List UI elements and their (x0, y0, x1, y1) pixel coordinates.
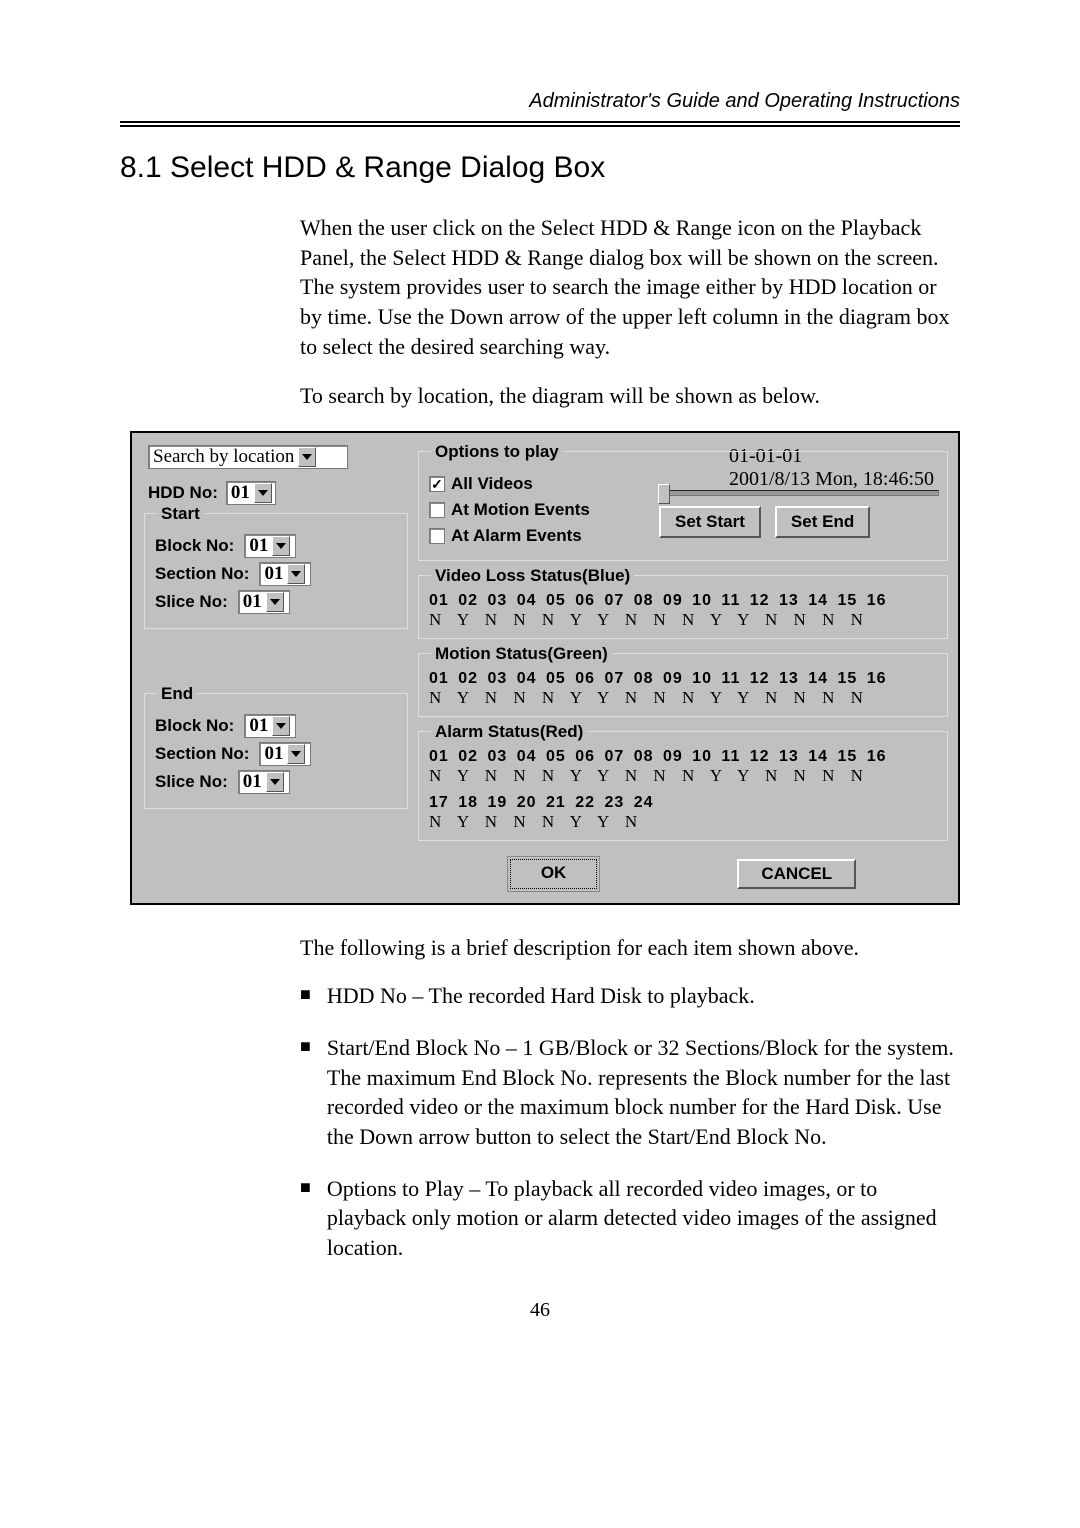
list-item: ■ Options to Play – To playback all reco… (300, 1174, 960, 1263)
alarm-flags-row2: N Y N N N Y Y N (429, 812, 939, 832)
chevron-down-icon[interactable] (254, 483, 272, 503)
start-slice-select[interactable]: 01 (238, 590, 290, 614)
hdd-no-label: HDD No: (148, 483, 218, 503)
start-slice-label: Slice No: (155, 592, 228, 612)
page-number: 46 (120, 1299, 960, 1322)
motion-events-label: At Motion Events (451, 500, 590, 520)
header-rule (120, 121, 960, 123)
set-end-button[interactable]: Set End (775, 506, 870, 538)
channel-numbers-1-16: 01 02 03 04 05 06 07 08 09 10 11 12 13 1… (429, 592, 939, 610)
bullet-text-1: HDD No – The recorded Hard Disk to playb… (327, 981, 960, 1011)
all-videos-checkbox[interactable]: ✓ (429, 476, 445, 492)
bullet-text-3: Options to Play – To playback all record… (327, 1174, 960, 1263)
list-item: ■ HDD No – The recorded Hard Disk to pla… (300, 981, 960, 1011)
motion-flags: N Y N N N Y Y N N N Y Y N N N N (429, 688, 939, 708)
end-slice-select[interactable]: 01 (238, 770, 290, 794)
chevron-down-icon[interactable] (298, 447, 316, 467)
video-loss-legend: Video Loss Status(Blue) (431, 566, 634, 586)
end-fieldset: End Block No: 01 Section No: (144, 693, 408, 809)
alarm-flags-row1: N Y N N N Y Y N N N Y Y N N N N (429, 766, 939, 786)
bullet-text-2: Start/End Block No – 1 GB/Block or 32 Se… (327, 1033, 960, 1152)
channel-numbers-1-16: 01 02 03 04 05 06 07 08 09 10 11 12 13 1… (429, 670, 939, 688)
options-legend: Options to play (431, 442, 563, 462)
square-bullet-icon: ■ (300, 1174, 311, 1263)
intro-paragraph-1: When the user click on the Select HDD & … (300, 213, 960, 361)
start-section-label: Section No: (155, 564, 249, 584)
square-bullet-icon: ■ (300, 1033, 311, 1152)
list-item: ■ Start/End Block No – 1 GB/Block or 32 … (300, 1033, 960, 1152)
search-mode-value: Search by location (153, 446, 294, 468)
start-legend: Start (157, 504, 204, 524)
start-block-value: 01 (249, 535, 268, 557)
summary-paragraph: The following is a brief description for… (300, 935, 960, 961)
motion-status-fieldset: Motion Status(Green) 01 02 03 04 05 06 0… (418, 653, 948, 717)
hdd-no-select[interactable]: 01 (226, 481, 276, 505)
end-block-value: 01 (249, 715, 268, 737)
time-slider[interactable] (659, 490, 939, 496)
search-mode-select[interactable]: Search by location (148, 445, 348, 469)
alarm-status-fieldset: Alarm Status(Red) 01 02 03 04 05 06 07 0… (418, 731, 948, 841)
start-slice-value: 01 (243, 591, 262, 613)
set-start-button[interactable]: Set Start (659, 506, 761, 538)
intro-paragraph-2: To search by location, the diagram will … (300, 381, 960, 411)
running-header: Administrator's Guide and Operating Inst… (120, 90, 960, 113)
video-loss-status-fieldset: Video Loss Status(Blue) 01 02 03 04 05 0… (418, 575, 948, 639)
end-slice-label: Slice No: (155, 772, 228, 792)
start-fieldset: Start Block No: 01 Section No: (144, 513, 408, 629)
cancel-button[interactable]: CANCEL (737, 859, 856, 889)
chevron-down-icon[interactable] (287, 744, 305, 764)
start-block-select[interactable]: 01 (244, 534, 296, 558)
all-videos-label: All Videos (451, 474, 533, 494)
motion-legend: Motion Status(Green) (431, 644, 612, 664)
end-section-label: Section No: (155, 744, 249, 764)
start-section-value: 01 (264, 563, 283, 585)
chevron-down-icon[interactable] (272, 536, 290, 556)
chevron-down-icon[interactable] (266, 592, 284, 612)
chevron-down-icon[interactable] (287, 564, 305, 584)
end-block-label: Block No: (155, 716, 234, 736)
end-section-value: 01 (264, 743, 283, 765)
square-bullet-icon: ■ (300, 981, 311, 1011)
ok-button[interactable]: OK (510, 859, 598, 889)
end-section-select[interactable]: 01 (259, 742, 311, 766)
options-to-play-fieldset: Options to play ✓ All Videos At Motion E… (418, 451, 948, 561)
select-hdd-range-dialog: 01-01-01 2001/8/13 Mon, 18:46:50 Search … (130, 431, 960, 905)
section-title: 8.1 Select HDD & Range Dialog Box (120, 151, 960, 185)
alarm-events-label: At Alarm Events (451, 526, 582, 546)
start-block-label: Block No: (155, 536, 234, 556)
start-section-select[interactable]: 01 (259, 562, 311, 586)
slider-thumb-icon[interactable] (658, 484, 670, 504)
channel-numbers-1-16: 01 02 03 04 05 06 07 08 09 10 11 12 13 1… (429, 748, 939, 766)
channel-numbers-17-24: 17 18 19 20 21 22 23 24 (429, 794, 939, 812)
end-block-select[interactable]: 01 (244, 714, 296, 738)
end-slice-value: 01 (243, 771, 262, 793)
header-rule-2 (120, 125, 960, 127)
video-loss-flags: N Y N N N Y Y N N N Y Y N N N N (429, 610, 939, 630)
alarm-legend: Alarm Status(Red) (431, 722, 587, 742)
chevron-down-icon[interactable] (266, 772, 284, 792)
end-legend: End (157, 684, 197, 704)
chevron-down-icon[interactable] (272, 716, 290, 736)
motion-events-checkbox[interactable] (429, 502, 445, 518)
hdd-no-value: 01 (231, 482, 250, 504)
alarm-events-checkbox[interactable] (429, 528, 445, 544)
